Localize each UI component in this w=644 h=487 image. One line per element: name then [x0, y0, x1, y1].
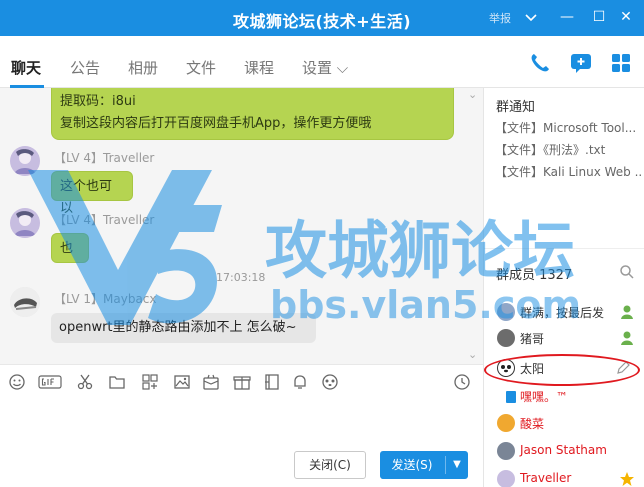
- close-window-button[interactable]: ✕: [616, 7, 636, 27]
- tab-chat[interactable]: 聊天: [11, 57, 41, 78]
- panda-sticker-icon[interactable]: [321, 373, 339, 391]
- gift-icon[interactable]: [233, 373, 251, 391]
- notice-file-item[interactable]: 【文件】Kali Linux Web ...: [495, 163, 641, 180]
- send-button-label: 发送(S): [391, 458, 433, 472]
- maximize-button[interactable]: ☐: [589, 7, 609, 27]
- group-members-title: 群成员 1327: [496, 268, 573, 283]
- gif-icon[interactable]: [38, 373, 62, 391]
- message-text: 也: [60, 241, 74, 256]
- member-avatar: [497, 329, 515, 347]
- tab-settings[interactable]: 设置 ⌵: [302, 57, 348, 78]
- group-side-panel: 群通知 【文件】Microsoft Tool... 【文件】《刑法》.txt 【…: [483, 88, 644, 487]
- avatar[interactable]: [10, 287, 40, 317]
- admin-user-icon: [619, 304, 635, 320]
- group-notice-title[interactable]: 群通知: [496, 96, 535, 115]
- close-button[interactable]: 关闭(C): [294, 451, 366, 479]
- avatar[interactable]: [10, 208, 40, 238]
- member-name: 猪哥: [520, 332, 545, 346]
- star-icon: [619, 471, 635, 487]
- mobile-device-icon: [506, 391, 516, 403]
- message-bubble: 这个也可以: [51, 171, 133, 216]
- message-timestamp: 17:03:18: [216, 271, 266, 284]
- member-item[interactable]: 酸菜: [484, 411, 644, 437]
- message-bubble: 也: [51, 233, 89, 263]
- sender-nickname: 【LV 4】Traveller: [54, 213, 155, 227]
- sender-nickname: 【LV 4】Traveller: [54, 151, 155, 165]
- member-avatar: [497, 303, 515, 321]
- title-bar: 攻城狮论坛(技术+生活) 举报 — ☐ ✕: [0, 0, 644, 36]
- admin-user-icon: [619, 330, 635, 346]
- highlight-annotation: [484, 354, 640, 386]
- scroll-down-icon[interactable]: ⌄: [468, 348, 477, 361]
- message-input[interactable]: [0, 398, 483, 448]
- emoji-icon[interactable]: [8, 373, 26, 391]
- send-button[interactable]: 发送(S) ▼: [380, 451, 468, 479]
- minimize-button[interactable]: —: [557, 7, 577, 27]
- member-name: Jason Statham: [520, 443, 607, 457]
- member-name: 酸菜: [520, 417, 545, 431]
- member-name: 嘿嘿。™: [520, 390, 569, 404]
- input-toolbar: [0, 364, 483, 398]
- chevron-down-icon[interactable]: ▼: [448, 451, 466, 479]
- member-item[interactable]: 群满，按最后发: [484, 300, 644, 326]
- sender-nickname: 【LV 1】Maybacx: [54, 292, 157, 306]
- menu-chevron-icon[interactable]: [521, 7, 541, 27]
- member-avatar: [497, 442, 515, 460]
- message-text: 复制这段内容后打开百度网盘手机App，操作更方便哦: [60, 116, 372, 131]
- tab-album[interactable]: 相册: [128, 57, 158, 78]
- search-icon[interactable]: [619, 264, 635, 280]
- red-packet-icon[interactable]: [202, 373, 220, 391]
- message-bubble: 提取码：i8ui 复制这段内容后打开百度网盘手机App，操作更方便哦: [51, 88, 454, 140]
- tab-files[interactable]: 文件: [186, 57, 216, 78]
- member-item[interactable]: Traveller: [484, 467, 644, 487]
- tab-course[interactable]: 课程: [244, 57, 274, 78]
- tab-bar: 聊天 公告 相册 文件 课程 设置 ⌵: [0, 36, 644, 88]
- history-clock-icon[interactable]: [453, 373, 471, 391]
- tab-announcement[interactable]: 公告: [70, 57, 100, 78]
- message-text: openwrt里的静态路由添加不上 怎么破~: [59, 320, 297, 335]
- image-icon[interactable]: [173, 373, 191, 391]
- notebook-icon[interactable]: [263, 373, 281, 391]
- divider: [445, 456, 446, 474]
- bell-icon[interactable]: [291, 373, 309, 391]
- divider: [484, 248, 644, 249]
- scroll-up-icon[interactable]: ⌄: [468, 88, 477, 101]
- notice-file-item[interactable]: 【文件】Microsoft Tool...: [495, 119, 641, 136]
- folder-icon[interactable]: [108, 373, 126, 391]
- group-chat-add-icon[interactable]: [568, 50, 594, 76]
- app-grid-icon[interactable]: [608, 50, 634, 76]
- avatar[interactable]: [10, 146, 40, 176]
- window-title: 攻城狮论坛(技术+生活): [232, 12, 412, 31]
- member-item[interactable]: 猪哥: [484, 326, 644, 352]
- message-bubble: openwrt里的静态路由添加不上 怎么破~: [51, 313, 316, 343]
- report-link[interactable]: 举报: [489, 10, 511, 26]
- member-item[interactable]: 嘿嘿。™: [484, 384, 644, 410]
- member-avatar: [497, 414, 515, 432]
- member-name: Traveller: [520, 471, 572, 485]
- screenshot-icon[interactable]: [141, 373, 159, 391]
- member-name: 群满，按最后发: [520, 306, 605, 320]
- message-text: 提取码：i8ui: [60, 94, 136, 109]
- phone-icon[interactable]: [527, 50, 553, 76]
- member-avatar: [497, 470, 515, 487]
- chat-message-area[interactable]: 提取码：i8ui 复制这段内容后打开百度网盘手机App，操作更方便哦 ⌄ 【LV…: [0, 88, 483, 364]
- scissors-icon[interactable]: [76, 373, 94, 391]
- notice-file-item[interactable]: 【文件】《刑法》.txt: [495, 141, 641, 158]
- member-item[interactable]: Jason Statham: [484, 439, 644, 465]
